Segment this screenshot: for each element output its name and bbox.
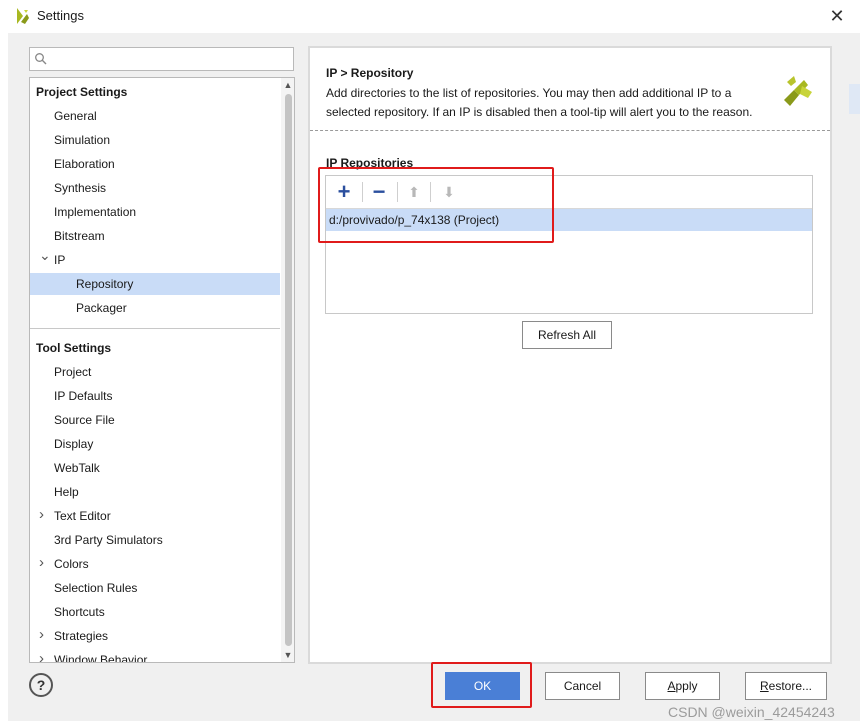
tree-section-header: Tool Settings [36, 341, 112, 355]
settings-content-panel: IP > Repository Add directories to the l… [308, 46, 832, 664]
sidebar-item[interactable]: IP [54, 249, 65, 271]
sidebar-item[interactable]: Bitstream [54, 225, 105, 247]
sidebar-item[interactable]: Display [54, 433, 93, 455]
section-description: Add directories to the list of repositor… [326, 86, 753, 119]
sidebar-item[interactable]: Elaboration [54, 153, 115, 175]
highlight-box [318, 167, 554, 243]
background-window-fragment [849, 84, 860, 114]
sidebar-item[interactable]: Synthesis [54, 177, 106, 199]
xilinx-logo-icon [784, 76, 812, 106]
settings-dialog: Settings ✕ Project Settings General Simula… [0, 0, 860, 728]
title-bar: Settings ✕ [0, 0, 860, 32]
app-logo-icon [17, 8, 29, 24]
help-button[interactable]: ? [29, 673, 53, 697]
chevron-right-icon[interactable]: › [39, 554, 44, 571]
section-divider [310, 130, 830, 131]
sidebar-item[interactable]: General [54, 105, 97, 127]
sidebar-item[interactable]: Simulation [54, 129, 110, 151]
sidebar-item[interactable]: Colors [54, 553, 89, 575]
refresh-all-button[interactable]: Refresh All [522, 321, 612, 349]
search-box[interactable] [29, 47, 294, 71]
search-icon [35, 53, 47, 65]
sidebar-item[interactable]: Repository [30, 273, 280, 295]
cancel-button[interactable]: Cancel [545, 672, 620, 700]
sidebar-item[interactable]: IP Defaults [54, 385, 112, 407]
ok-button[interactable]: OK [445, 672, 520, 700]
chevron-right-icon[interactable]: › [39, 506, 44, 523]
tree-section-header: Project Settings [36, 85, 128, 99]
sidebar-item[interactable]: Project [54, 361, 91, 383]
scroll-up-arrow-icon[interactable]: ▲ [283, 80, 293, 90]
sidebar-item[interactable]: Selection Rules [54, 577, 137, 599]
apply-button[interactable]: Apply [645, 672, 720, 700]
window-title: Settings [37, 8, 84, 23]
sidebar-item[interactable]: Window Behavior [54, 649, 147, 662]
tree-separator [30, 328, 280, 329]
sidebar-item[interactable]: 3rd Party Simulators [54, 529, 163, 551]
chevron-right-icon[interactable]: › [39, 626, 44, 643]
sidebar-item[interactable]: Implementation [54, 201, 136, 223]
chevron-right-icon[interactable]: › [39, 650, 44, 662]
settings-tree: Project Settings General Simulation Elabora… [29, 77, 295, 663]
sidebar-item[interactable]: Text Editor [54, 505, 111, 527]
breadcrumb: IP > Repository [326, 66, 414, 80]
sidebar-item[interactable]: Shortcuts [54, 601, 105, 623]
sidebar-item[interactable]: WebTalk [54, 457, 100, 479]
sidebar-item[interactable]: Strategies [54, 625, 108, 647]
chevron-down-icon[interactable]: ⌄ [39, 247, 51, 264]
sidebar-item[interactable]: Packager [76, 297, 127, 319]
restore-button[interactable]: Restore... [745, 672, 827, 700]
scrollbar-thumb[interactable] [285, 94, 292, 646]
watermark: CSDN @weixin_42454243 [668, 704, 835, 720]
tree-scrollbar[interactable]: ▲ ▼ [281, 78, 294, 662]
scroll-down-arrow-icon[interactable]: ▼ [283, 650, 293, 660]
sidebar-item[interactable]: Help [54, 481, 79, 503]
close-button[interactable]: ✕ [824, 4, 850, 28]
sidebar-item[interactable]: Source File [54, 409, 115, 431]
